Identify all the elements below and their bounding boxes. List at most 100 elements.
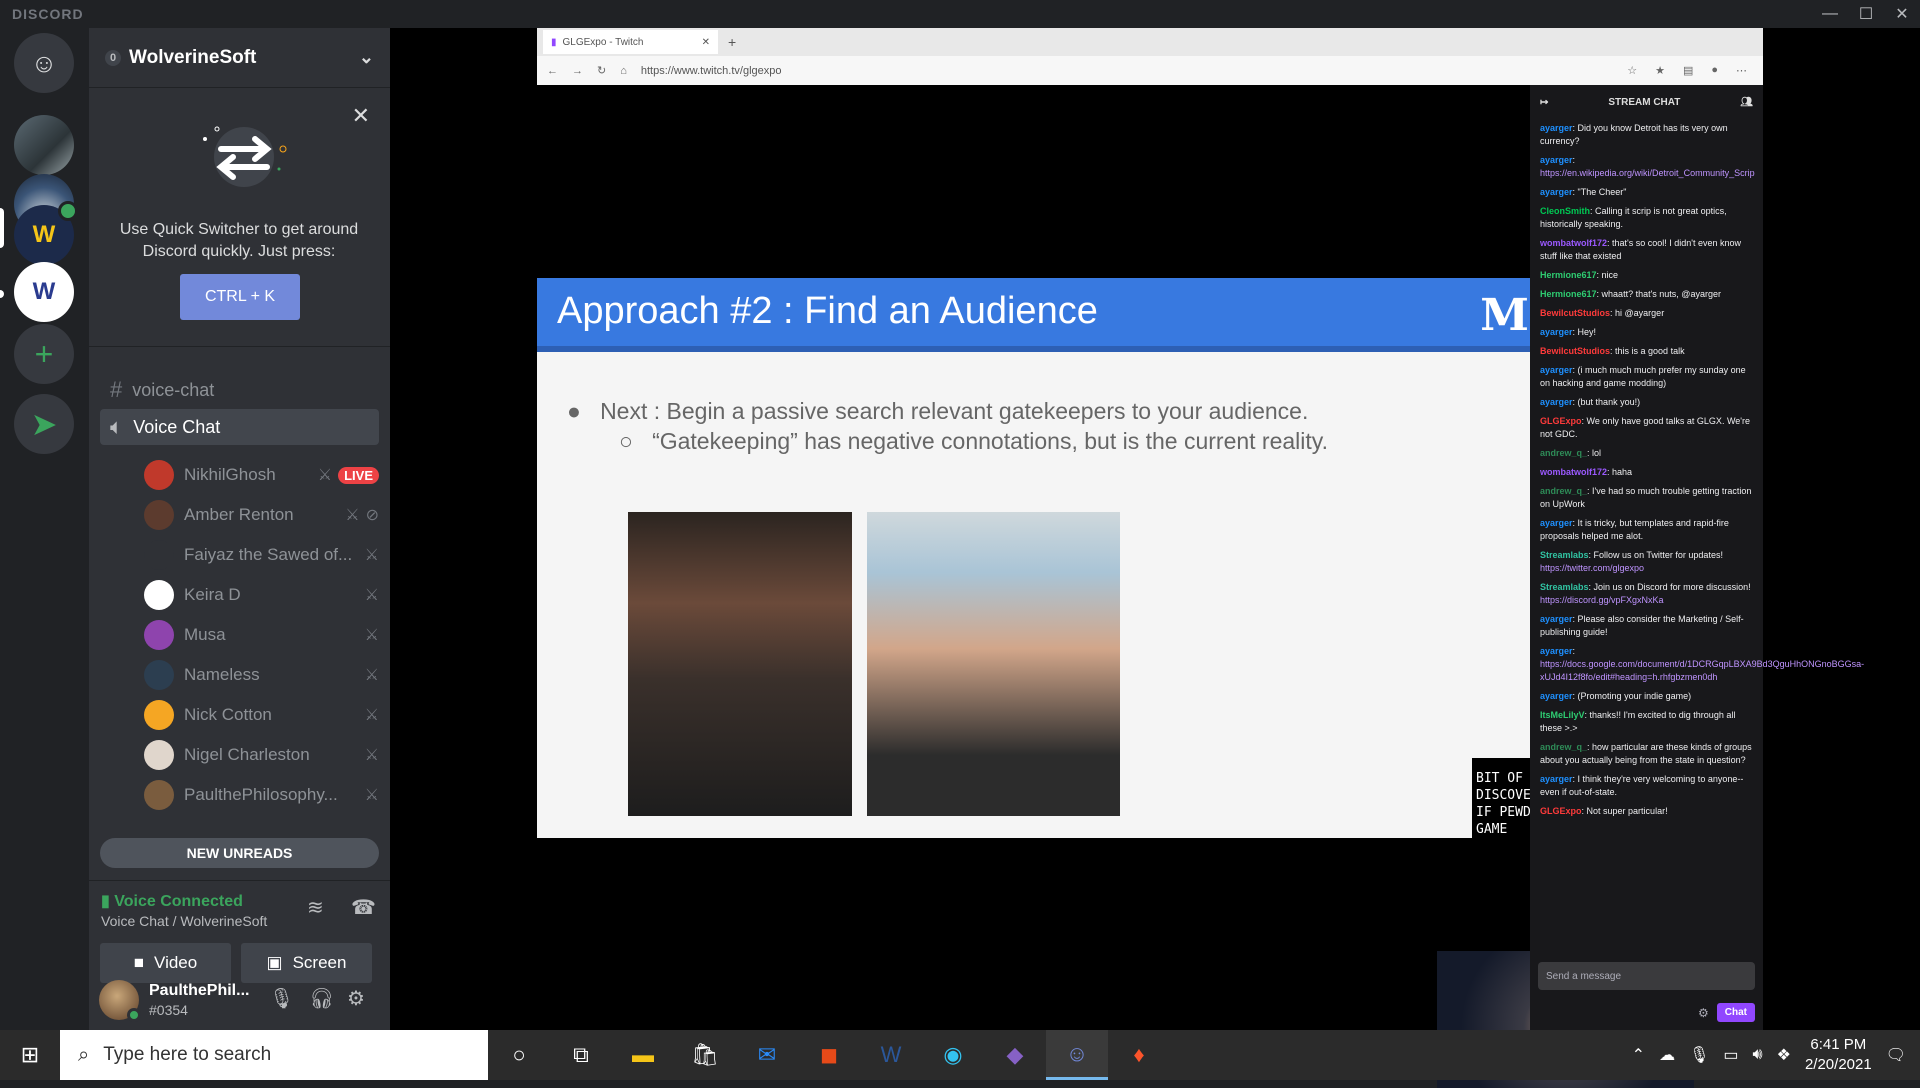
task-view-icon[interactable]: ⧉ — [550, 1030, 612, 1080]
notifications-icon[interactable]: 🗨︎ — [1886, 1045, 1906, 1065]
more-icon[interactable]: ⋯ — [1736, 64, 1747, 77]
noise-suppression-icon[interactable]: ≋ — [307, 895, 324, 920]
collapse-icon[interactable]: ↦ — [1540, 97, 1548, 108]
chat-username[interactable]: CleonSmith — [1540, 206, 1590, 216]
collections-icon[interactable]: ▤ — [1683, 64, 1693, 77]
chat-username[interactable]: ayarger — [1540, 774, 1573, 784]
voice-user[interactable]: Amber Renton ⚔ ⊘ — [144, 497, 379, 533]
clock[interactable]: 6:41 PM 2/20/2021 — [1805, 1035, 1872, 1075]
discord-taskbar-icon[interactable]: ☺ — [1046, 1030, 1108, 1080]
file-explorer-icon[interactable]: ▬ — [612, 1030, 674, 1080]
voice-user[interactable]: PaulthePhilosophy... ⚔ — [144, 777, 379, 813]
chat-username[interactable]: ayarger — [1540, 614, 1573, 624]
voice-user[interactable]: Musa ⚔ — [144, 617, 379, 653]
chat-username[interactable]: ayarger — [1540, 691, 1573, 701]
settings-icon[interactable]: ⚙ — [1698, 1006, 1709, 1020]
office-icon[interactable]: ◼ — [798, 1030, 860, 1080]
chat-username[interactable]: ayarger — [1540, 155, 1573, 165]
chat-username[interactable]: ayarger — [1540, 397, 1573, 407]
taskbar-search[interactable]: ⌕ Type here to search — [60, 1030, 488, 1080]
visual-studio-icon[interactable]: ◆ — [984, 1030, 1046, 1080]
mail-icon[interactable]: ✉ — [736, 1030, 798, 1080]
chat-link[interactable]: https://docs.google.com/document/d/1DCRG… — [1540, 659, 1864, 682]
chat-username[interactable]: andrew_q_ — [1540, 448, 1587, 458]
chat-username[interactable]: Streamlabs — [1540, 582, 1589, 592]
chat-username[interactable]: ItsMeLilyV — [1540, 710, 1585, 720]
chat-username[interactable]: ayarger — [1540, 646, 1573, 656]
voice-user[interactable]: Keira D ⚔ — [144, 577, 379, 613]
voice-user[interactable]: Nameless ⚔ — [144, 657, 379, 693]
chat-username[interactable]: BewilcutStudios — [1540, 346, 1610, 356]
chat-username[interactable]: ayarger — [1540, 365, 1573, 375]
voice-user[interactable]: NikhilGhosh ⚔ LIVE — [144, 457, 379, 493]
chevron-down-icon[interactable]: ⌄ — [359, 47, 374, 68]
chat-link[interactable]: https://twitter.com/glgexpo — [1540, 563, 1644, 573]
add-server-icon[interactable]: + — [14, 324, 74, 384]
chevron-up-icon[interactable]: ⌃ — [1632, 1045, 1645, 1065]
chat-username[interactable]: wombatwolf172 — [1540, 238, 1607, 248]
explore-servers-icon[interactable]: ➤ — [14, 394, 74, 454]
chat-input[interactable]: Send a message — [1538, 962, 1755, 990]
close-tab-icon[interactable]: ✕ — [702, 37, 710, 48]
home-icon[interactable]: ⌂ — [620, 65, 627, 77]
shortcut-button[interactable]: CTRL + K — [180, 274, 300, 320]
selected-server-icon[interactable]: W — [14, 262, 74, 322]
new-tab-icon[interactable]: + — [728, 34, 736, 50]
discord-home-icon[interactable]: ☺ — [14, 33, 74, 93]
disconnect-icon[interactable]: ☎ — [351, 895, 376, 920]
chat-username[interactable]: ayarger — [1540, 123, 1573, 133]
chat-username[interactable]: ayarger — [1540, 518, 1573, 528]
close-window-icon[interactable]: ✕ — [1884, 0, 1920, 28]
browser-tab[interactable]: ▮ GLGExpo - Twitch ✕ — [543, 30, 718, 54]
maximize-icon[interactable]: ☐ — [1848, 0, 1884, 28]
chat-username[interactable]: Hermione617 — [1540, 289, 1597, 299]
gear-icon[interactable]: ⚙ — [347, 986, 365, 1011]
back-icon[interactable]: ← — [547, 65, 558, 77]
mute-icon[interactable]: 🎙︎ — [269, 986, 294, 1011]
chat-link[interactable]: https://discord.gg/vpFXgxNxKa — [1540, 595, 1664, 605]
headphones-icon[interactable]: 🎧︎ — [309, 986, 334, 1011]
edge-icon[interactable]: ◉ — [922, 1030, 984, 1080]
reload-icon[interactable]: ↻ — [597, 64, 606, 77]
wolverinesoft-server-icon[interactable]: W — [14, 201, 78, 265]
chat-username[interactable]: BewilcutStudios — [1540, 308, 1610, 318]
users-icon[interactable]: 👥︎ — [1740, 97, 1753, 108]
favorites-icon[interactable]: ★ — [1655, 64, 1665, 77]
voice-user[interactable]: Nick Cotton ⚔ — [144, 697, 379, 733]
voice-user[interactable]: Faiyaz the Sawed of... ⚔ — [144, 537, 379, 573]
server-header[interactable]: 0 WolverineSoft ⌄ — [89, 28, 390, 88]
chat-username[interactable]: Streamlabs — [1540, 550, 1589, 560]
dropbox-icon[interactable]: ❖ — [1777, 1045, 1791, 1065]
voice-user[interactable]: Nigel Charleston ⚔ — [144, 737, 379, 773]
windows-start-icon[interactable]: ⊞ — [0, 1030, 60, 1080]
close-icon[interactable]: ✕ — [352, 103, 370, 129]
screen-share-button[interactable]: ▣ Screen — [241, 943, 372, 983]
channel-voice-chat-text[interactable]: # voice-chat — [100, 372, 379, 408]
chat-send-button[interactable]: Chat — [1716, 1003, 1755, 1022]
store-icon[interactable]: 🛍︎ — [674, 1030, 736, 1080]
chat-username[interactable]: ayarger — [1540, 327, 1573, 337]
brave-icon[interactable]: ♦ — [1108, 1030, 1170, 1080]
onedrive-icon[interactable]: ☁ — [1659, 1045, 1675, 1065]
voice-connected-label[interactable]: ▮ Voice Connected — [101, 891, 243, 911]
cortana-icon[interactable]: ○ — [488, 1030, 550, 1080]
new-unreads-button[interactable]: NEW UNREADS — [100, 838, 379, 868]
video-button[interactable]: ■ Video — [100, 943, 231, 983]
profile-icon[interactable]: ● — [1711, 64, 1718, 77]
address-bar[interactable]: https://www.twitch.tv/glgexpo — [641, 65, 782, 77]
channel-voice-chat[interactable]: 🔈︎ Voice Chat — [100, 409, 379, 445]
star-icon[interactable]: ☆ — [1627, 64, 1637, 77]
microphone-icon[interactable]: 🎙︎ — [1689, 1045, 1709, 1065]
chat-username[interactable]: GLGExpo — [1540, 416, 1582, 426]
minimize-icon[interactable]: — — [1812, 0, 1848, 28]
server-icon-1[interactable] — [14, 115, 74, 175]
chat-link[interactable]: https://en.wikipedia.org/wiki/Detroit_Co… — [1540, 168, 1755, 178]
forward-icon[interactable]: → — [572, 65, 583, 77]
chat-username[interactable]: GLGExpo — [1540, 806, 1582, 816]
chat-username[interactable]: andrew_q_ — [1540, 486, 1587, 496]
word-icon[interactable]: W — [860, 1030, 922, 1080]
volume-icon[interactable]: 🔊︎ — [1753, 1046, 1763, 1064]
battery-icon[interactable]: ▭ — [1723, 1045, 1738, 1065]
chat-username[interactable]: andrew_q_ — [1540, 742, 1587, 752]
chat-username[interactable]: ayarger — [1540, 187, 1573, 197]
